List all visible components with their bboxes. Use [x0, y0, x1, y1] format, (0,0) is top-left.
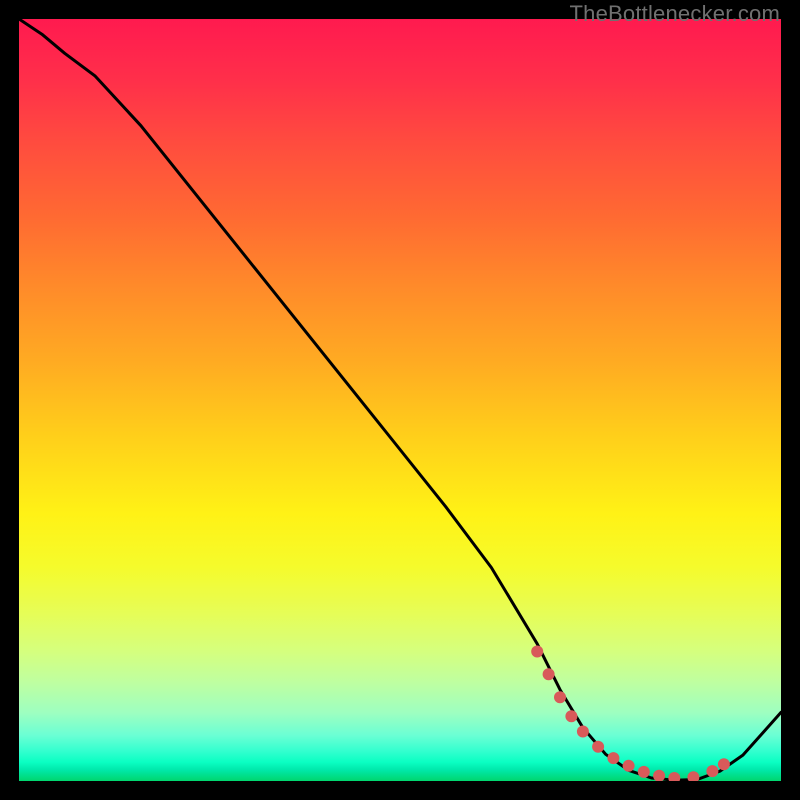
marker-dot: [718, 758, 730, 770]
marker-dot: [554, 691, 566, 703]
marker-dot: [592, 741, 604, 753]
marker-dot: [638, 766, 650, 778]
marker-dot: [706, 765, 718, 777]
bottleneck-curve: [19, 19, 781, 780]
marker-dot: [653, 770, 665, 781]
marker-dot: [668, 772, 680, 781]
marker-dot: [607, 752, 619, 764]
marker-dot: [687, 771, 699, 781]
curve-overlay: [19, 19, 781, 781]
marker-dot: [531, 646, 543, 658]
marker-dot: [577, 726, 589, 738]
marker-group: [531, 646, 730, 782]
watermark-text: TheBottlenecker.com: [570, 1, 780, 27]
marker-dot: [623, 760, 635, 772]
marker-dot: [543, 668, 555, 680]
marker-dot: [565, 710, 577, 722]
plot-area: [19, 19, 781, 781]
chart-stage: TheBottlenecker.com: [0, 0, 800, 800]
